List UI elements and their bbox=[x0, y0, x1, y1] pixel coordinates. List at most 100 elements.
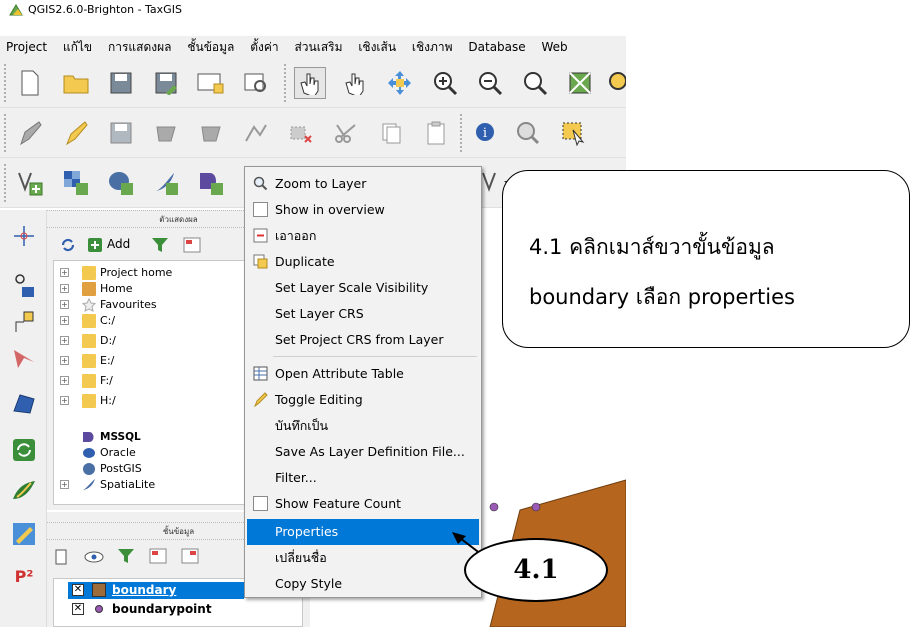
edit-plugin-icon[interactable] bbox=[10, 520, 38, 548]
step-badge: 4.1 bbox=[464, 538, 608, 602]
menu-layer[interactable]: ชั้นข้อมูล bbox=[181, 36, 240, 58]
plugin-tool-icon[interactable] bbox=[10, 346, 38, 374]
layer-name: boundarypoint bbox=[112, 602, 212, 616]
menu-separator bbox=[273, 356, 477, 357]
refresh-plugin-icon[interactable] bbox=[10, 436, 38, 464]
point-symbol-icon bbox=[95, 605, 103, 613]
zoom-icon bbox=[253, 176, 268, 191]
collapse-all-icon[interactable] bbox=[183, 237, 201, 253]
paste-features-icon[interactable] bbox=[420, 117, 452, 149]
menu-raster[interactable]: เชิงภาพ bbox=[406, 36, 459, 58]
menu-item-filter[interactable]: Filter... bbox=[247, 465, 479, 491]
current-edits-icon[interactable] bbox=[14, 117, 46, 149]
add-postgis-layer-icon[interactable] bbox=[105, 167, 137, 199]
menu-item-copy-style[interactable]: Copy Style bbox=[247, 571, 479, 597]
zoom-native-resolution-icon[interactable] bbox=[519, 67, 551, 99]
menu-vector[interactable]: เชิงเส้น bbox=[352, 36, 402, 58]
save-project-icon[interactable] bbox=[105, 67, 137, 99]
postgis-icon bbox=[83, 463, 95, 475]
menu-item-duplicate[interactable]: Duplicate bbox=[247, 249, 479, 275]
add-icon[interactable] bbox=[87, 237, 103, 253]
spatialite-icon bbox=[83, 479, 95, 490]
menu-settings[interactable]: ตั้งค่า bbox=[244, 36, 284, 58]
menu-view[interactable]: การแสดงผล bbox=[102, 36, 178, 58]
save-as-icon[interactable] bbox=[150, 67, 182, 99]
add-button-label[interactable]: Add bbox=[107, 237, 130, 251]
polygon-symbol-icon bbox=[92, 583, 106, 597]
add-spatialite-layer-icon[interactable] bbox=[150, 167, 182, 199]
move-feature-icon[interactable] bbox=[195, 117, 227, 149]
new-project-icon[interactable] bbox=[14, 67, 46, 99]
menu-plugins[interactable]: ส่วนเสริม bbox=[288, 36, 348, 58]
zoom-out-icon[interactable] bbox=[474, 67, 506, 99]
qgis-logo-icon bbox=[9, 4, 23, 16]
zoom-full-icon[interactable] bbox=[564, 67, 596, 99]
svg-text:i: i bbox=[483, 126, 487, 141]
add-mssql-layer-icon[interactable] bbox=[195, 167, 227, 199]
menu-item-remove[interactable]: เอาออก bbox=[247, 223, 479, 249]
open-project-icon[interactable] bbox=[60, 67, 92, 99]
table-icon bbox=[253, 366, 268, 381]
new-print-composer-icon[interactable] bbox=[195, 67, 227, 99]
add-feature-icon[interactable] bbox=[150, 117, 182, 149]
oracle-icon bbox=[83, 448, 95, 458]
pan-to-selection-icon[interactable] bbox=[384, 67, 416, 99]
action-icon[interactable] bbox=[512, 117, 544, 149]
refresh-icon[interactable] bbox=[59, 236, 77, 254]
menu-item-save-as[interactable]: บันทึกเป็น bbox=[247, 413, 479, 439]
mssql-icon bbox=[83, 432, 94, 442]
callout-line-2: boundary เลือก properties bbox=[529, 285, 795, 309]
identify-features-icon[interactable]: i bbox=[470, 117, 502, 149]
copy-features-icon[interactable] bbox=[375, 117, 407, 149]
menu-web[interactable]: Web bbox=[535, 36, 573, 58]
node-add-icon[interactable] bbox=[10, 308, 38, 336]
measure-icon[interactable] bbox=[10, 272, 38, 300]
checkbox-icon bbox=[253, 202, 268, 217]
touch-zoom-pan-icon[interactable] bbox=[294, 67, 326, 99]
cut-features-icon[interactable] bbox=[330, 117, 362, 149]
menu-item-properties[interactable]: Properties bbox=[247, 519, 479, 545]
filter-icon[interactable] bbox=[151, 237, 169, 253]
remove-icon bbox=[253, 228, 268, 243]
layer-row-boundarypoint[interactable]: ✕ boundarypoint bbox=[68, 601, 288, 618]
layer-checkbox[interactable]: ✕ bbox=[72, 584, 84, 596]
menu-item-zoom-to-layer[interactable]: Zoom to Layer bbox=[247, 171, 479, 197]
open-layer-styling-icon[interactable] bbox=[53, 548, 69, 566]
zoom-to-selection-icon[interactable] bbox=[604, 67, 626, 99]
star-icon bbox=[82, 298, 96, 312]
crosshair-icon[interactable] bbox=[10, 222, 38, 250]
layer-checkbox[interactable]: ✕ bbox=[72, 603, 84, 615]
menu-item-set-project-crs[interactable]: Set Project CRS from Layer bbox=[247, 327, 479, 353]
advanced-tools-strip: P² bbox=[0, 210, 47, 627]
expand-all-icon[interactable] bbox=[149, 548, 167, 564]
select-features-icon[interactable] bbox=[560, 117, 592, 149]
pan-map-icon[interactable] bbox=[339, 67, 371, 99]
delete-selected-icon[interactable] bbox=[285, 117, 317, 149]
composer-manager-icon[interactable] bbox=[240, 67, 272, 99]
menu-item-rename[interactable]: เปลี่ยนชื่อ bbox=[247, 545, 479, 571]
menu-item-set-layer-scale-visibility[interactable]: Set Layer Scale Visibility bbox=[247, 275, 479, 301]
menu-item-open-attribute-table[interactable]: Open Attribute Table bbox=[247, 361, 479, 387]
collapse-layers-icon[interactable] bbox=[181, 548, 199, 564]
menu-item-toggle-editing[interactable]: Toggle Editing bbox=[247, 387, 479, 413]
add-raster-layer-icon[interactable] bbox=[60, 167, 92, 199]
menu-item-show-feature-count[interactable]: Show Feature Count bbox=[247, 491, 479, 517]
add-vector-layer-icon[interactable] bbox=[14, 167, 46, 199]
toggle-editing-icon[interactable] bbox=[60, 117, 92, 149]
menu-project[interactable]: Project bbox=[0, 36, 53, 58]
p2-plugin-icon[interactable]: P² bbox=[10, 562, 38, 590]
node-tool-icon[interactable] bbox=[240, 117, 272, 149]
file-navigation-toolbar bbox=[0, 58, 626, 108]
filter-legend-icon[interactable] bbox=[117, 548, 135, 564]
menu-item-show-in-overview[interactable]: Show in overview bbox=[247, 197, 479, 223]
raster-plugin-icon[interactable] bbox=[10, 478, 38, 506]
menu-item-set-layer-crs[interactable]: Set Layer CRS bbox=[247, 301, 479, 327]
polygon-edit-icon[interactable] bbox=[10, 390, 38, 418]
menu-database[interactable]: Database bbox=[462, 36, 531, 58]
eye-icon[interactable] bbox=[83, 550, 105, 564]
menu-edit[interactable]: แก้ไข bbox=[57, 36, 98, 58]
save-layer-edits-icon[interactable] bbox=[105, 117, 137, 149]
zoom-in-icon[interactable] bbox=[429, 67, 461, 99]
menu-item-save-layer-definition[interactable]: Save As Layer Definition File... bbox=[247, 439, 479, 465]
layer-row-boundary[interactable]: ✕ boundary bbox=[68, 582, 244, 599]
